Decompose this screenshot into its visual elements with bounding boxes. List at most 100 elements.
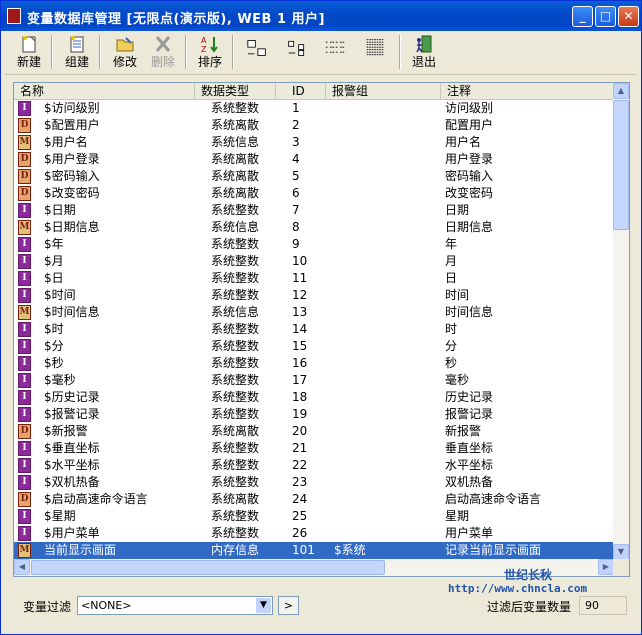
table-row[interactable]: I $时 系统整数 14 时 [14, 321, 614, 338]
variable-type-i-icon: I [18, 356, 31, 371]
cell-id: 10 [292, 254, 308, 268]
new-button[interactable]: 新建 [13, 33, 45, 73]
scroll-right-button[interactable]: ▶ [598, 559, 614, 575]
variable-type-i-icon: I [18, 526, 31, 541]
cell-name: $星期 [44, 509, 76, 523]
sort-button[interactable]: AZ 排序 [194, 33, 226, 73]
scroll-left-button[interactable]: ◀ [14, 559, 30, 575]
chevron-down-icon[interactable]: ▼ [256, 598, 271, 613]
variable-list[interactable]: 名称 数据类型 ID 报警组 注释 I $访问级别 系统整数 1 访问级别 D $配置用户系… [13, 82, 630, 577]
cell-note: 启动高速命令语言 [445, 492, 542, 506]
cell-name: $报警记录 [44, 407, 100, 421]
cell-note: 配置用户 [445, 118, 494, 132]
table-row[interactable]: I $垂直坐标 系统整数 21 垂直坐标 [14, 440, 614, 457]
vertical-scrollbar[interactable]: ▲ ▼ [613, 83, 629, 560]
variable-type-i-icon: I [18, 390, 31, 405]
table-row[interactable]: I $毫秒 系统整数 17 毫秒 [14, 372, 614, 389]
table-row[interactable]: I $年 系统整数 9 年 [14, 236, 614, 253]
cell-id: 19 [292, 407, 308, 421]
cell-name: $时 [44, 322, 64, 336]
scroll-down-button[interactable]: ▼ [613, 544, 629, 560]
table-row[interactable]: I $星期 系统整数 25 星期 [14, 508, 614, 525]
list-header: 名称 数据类型 ID 报警组 注释 [14, 83, 614, 100]
table-row[interactable]: M $用户名 系统信息 3 用户名 [14, 134, 614, 151]
cell-id: 11 [292, 271, 308, 285]
variable-type-i-icon: I [18, 339, 31, 354]
list-view-icon [325, 41, 345, 53]
large-icons-icon [247, 40, 266, 56]
table-row[interactable]: I $时间 系统整数 12 时间 [14, 287, 614, 304]
cell-id: 8 [292, 220, 300, 234]
cell-type: 系统信息 [211, 305, 260, 319]
cell-id: 6 [292, 186, 300, 200]
table-row[interactable]: D $用户登录 系统离散 4 用户登录 [14, 151, 614, 168]
cell-note: 历史记录 [445, 390, 494, 404]
edit-button[interactable]: 修改 [109, 33, 141, 73]
cell-note: 日 [445, 271, 458, 285]
cell-name: $改变密码 [44, 186, 100, 200]
minimize-button[interactable]: _ [572, 6, 593, 27]
cell-id: 25 [292, 509, 308, 523]
cell-name: $双机热备 [44, 475, 100, 489]
table-row[interactable]: D $改变密码 系统离散 6 改变密码 [14, 185, 614, 202]
cell-type: 系统离散 [211, 186, 260, 200]
main-window: 变量数据库管理 [无限点(演示版), WEB 1 用户] _ □ ✕ 新建 组建… [0, 0, 642, 635]
cell-type: 系统整数 [211, 475, 260, 489]
table-row[interactable]: I $报警记录 系统整数 19 报警记录 [14, 406, 614, 423]
table-row[interactable]: I $日 系统整数 11 日 [14, 270, 614, 287]
scroll-up-button[interactable]: ▲ [613, 83, 629, 99]
table-row[interactable]: M $日期信息 系统信息 8 日期信息 [14, 219, 614, 236]
cell-type: 系统整数 [211, 509, 260, 523]
column-header-alarm-group[interactable]: 报警组 [326, 83, 441, 99]
view-small-icons-button[interactable] [281, 33, 313, 73]
variable-type-i-icon: I [18, 458, 31, 473]
table-row[interactable]: I $秒 系统整数 16 秒 [14, 355, 614, 372]
table-row[interactable]: M $时间信息 系统信息 13 时间信息 [14, 304, 614, 321]
group-button[interactable]: 组建 [61, 33, 93, 73]
view-large-icons-button[interactable] [241, 33, 273, 73]
maximize-button[interactable]: □ [595, 6, 616, 27]
vertical-scroll-thumb[interactable] [613, 100, 629, 230]
cell-id: 2 [292, 118, 300, 132]
filter-go-button[interactable]: > [278, 596, 299, 615]
table-row[interactable]: M 当前显示画面 内存信息 101 $系统 记录当前显示画面 [14, 542, 614, 559]
table-row[interactable]: I $用户菜单 系统整数 26 用户菜单 [14, 525, 614, 542]
table-row[interactable]: D $配置用户 系统离散 2 配置用户 [14, 117, 614, 134]
cell-note: 时 [445, 322, 458, 336]
variable-type-d-icon: D [18, 118, 31, 133]
cell-id: 3 [292, 135, 300, 149]
horizontal-scroll-thumb[interactable] [31, 560, 385, 575]
column-header-id[interactable]: ID [276, 83, 326, 99]
cell-id: 7 [292, 203, 300, 217]
view-list-button[interactable] [319, 33, 351, 73]
variable-type-m-icon: M [18, 135, 31, 150]
exit-button[interactable]: 退出 [408, 33, 440, 73]
cell-name: $毫秒 [44, 373, 76, 387]
cell-id: 24 [292, 492, 308, 506]
table-row[interactable]: I $分 系统整数 15 分 [14, 338, 614, 355]
cell-type: 系统整数 [211, 373, 260, 387]
view-details-button[interactable] [359, 33, 391, 73]
table-row[interactable]: D $新报警 系统离散 20 新报警 [14, 423, 614, 440]
title-bar[interactable]: 变量数据库管理 [无限点(演示版), WEB 1 用户] _ □ ✕ [1, 1, 641, 31]
filter-select[interactable]: <NONE> ▼ [77, 596, 273, 615]
column-header-note[interactable]: 注释 [441, 83, 614, 99]
brand-name: 世纪长秋 [504, 568, 553, 582]
table-row[interactable]: D $密码输入 系统离散 5 密码输入 [14, 168, 614, 185]
variable-type-i-icon: I [18, 203, 31, 218]
table-row[interactable]: D $启动高速命令语言 系统离散 24 启动高速命令语言 [14, 491, 614, 508]
table-row[interactable]: I $水平坐标 系统整数 22 水平坐标 [14, 457, 614, 474]
table-row[interactable]: I $月 系统整数 10 月 [14, 253, 614, 270]
table-row[interactable]: I $日期 系统整数 7 日期 [14, 202, 614, 219]
cell-note: 日期信息 [445, 220, 494, 234]
cell-type: 系统整数 [211, 271, 260, 285]
delete-button[interactable]: 删除 [147, 33, 179, 73]
cell-id: 22 [292, 458, 308, 472]
table-row[interactable]: I $访问级别 系统整数 1 访问级别 [14, 100, 614, 117]
cell-type: 系统整数 [211, 526, 260, 540]
column-header-type[interactable]: 数据类型 [195, 83, 276, 99]
column-header-name[interactable]: 名称 [14, 83, 195, 99]
table-row[interactable]: I $历史记录 系统整数 18 历史记录 [14, 389, 614, 406]
table-row[interactable]: I $双机热备 系统整数 23 双机热备 [14, 474, 614, 491]
close-button[interactable]: ✕ [618, 6, 639, 27]
